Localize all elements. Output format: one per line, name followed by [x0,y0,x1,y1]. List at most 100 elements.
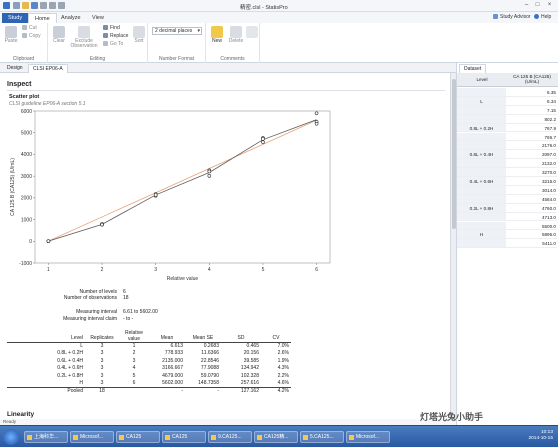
delete-comment-button[interactable]: Delete [228,26,244,44]
dataset-level-cell[interactable] [457,114,506,123]
dataset-value-cell[interactable]: 3216.0 [507,177,556,186]
taskbar-item[interactable]: Microsof... [346,431,390,443]
system-clock[interactable]: 10:13 2014-10-15 [528,430,553,442]
dataset-row[interactable]: 2176.0 [457,141,557,151]
taskbar-item[interactable]: CA125 [162,431,206,443]
claim-label: Measuring interval claim [63,316,117,322]
taskbar-item[interactable]: CA125精... [254,431,298,443]
tab-view[interactable]: View [86,13,110,23]
minimize-icon[interactable]: – [522,2,531,9]
dataset-header: Level CA 125 B (CA125) (U/mL) [457,73,558,87]
dataset-value-cell[interactable]: 767.9 [507,124,557,133]
undo-icon[interactable] [49,2,56,9]
tab-dataset[interactable]: Dataset [459,64,487,73]
dataset-value-cell[interactable]: 5500.0 [507,222,556,231]
sort-button[interactable]: Sort [132,26,146,44]
taskbar-item[interactable]: 9.CA125... [208,431,252,443]
copy-button[interactable]: Copy [22,33,41,40]
dataset-row[interactable]: 766.7 [457,132,557,142]
taskbar-item[interactable]: Microsof... [70,431,114,443]
dataset-row[interactable]: 4713.0 [457,212,557,222]
tab-design[interactable]: Design [3,64,27,73]
dataset-row[interactable]: 3014.0 [457,185,557,195]
dataset-level-cell[interactable] [457,88,506,96]
redo-icon[interactable] [58,2,65,9]
dataset-row[interactable]: 2132.0 [457,159,557,169]
study-advisor-button[interactable]: Study Advisor [493,14,531,21]
paste-button[interactable]: Paste [4,26,18,44]
comment-extra-button[interactable] [246,26,258,39]
dataset-value-cell[interactable]: 2097.0 [507,150,556,159]
cut-button[interactable]: Cut [22,25,37,32]
dataset-value-cell[interactable]: 6.35 [507,88,556,97]
dataset-level-cell[interactable]: 0.4L + 0.6H [457,177,506,185]
goto-button[interactable]: Go To [103,41,123,48]
taskbar-item[interactable]: CA125 [116,431,160,443]
dataset-value-cell[interactable]: 5895.0 [507,230,556,239]
dataset-row[interactable]: H 5895.0 [457,230,557,240]
dataset-level-cell[interactable]: 0.6L + 0.4H [457,150,506,159]
new-icon[interactable] [13,2,20,9]
dataset-level-cell[interactable] [457,194,506,203]
start-button[interactable] [3,429,19,445]
tab-clsi-ep06a[interactable]: CLSI EP06-A [28,64,68,73]
dataset-level-cell[interactable] [457,141,506,150]
save-icon[interactable] [31,2,38,9]
taskbar-item[interactable]: 5.CA125... [300,431,344,443]
dataset-row[interactable]: 0.4L + 0.6H 3216.0 [457,177,557,186]
dataset-level-cell[interactable] [457,105,506,114]
dataset-row[interactable]: 0.6L + 0.4H 2097.0 [457,150,557,160]
dataset-value-cell[interactable]: 7.15 [507,106,556,115]
dataset-level-cell[interactable] [457,159,506,168]
dataset-value-cell[interactable]: 3270.0 [507,168,556,177]
dataset-row[interactable]: 5500.0 [457,221,557,231]
dataset-level-cell[interactable] [457,185,506,194]
dataset-level-cell[interactable]: L [457,96,506,105]
dataset-value-cell[interactable]: 2132.0 [507,159,556,168]
help-button[interactable]: Help [534,14,551,21]
dataset-level-cell[interactable]: 0.2L + 0.8H [457,203,506,212]
dataset-value-cell[interactable]: 3014.0 [507,186,556,195]
dataset-value-cell[interactable]: 4760.0 [507,204,556,213]
dataset-level-cell[interactable] [457,239,506,248]
taskbar-item[interactable]: 上海科华... [24,431,68,443]
dataset-row[interactable]: 0.8L + 0.2H 767.9 [457,123,557,133]
dataset-level-cell[interactable] [457,212,506,221]
new-comment-button[interactable]: New [209,26,225,44]
dataset-row[interactable]: 802.2 [457,114,557,124]
tab-home[interactable]: Home [28,13,57,23]
dataset-level-cell[interactable] [457,168,506,176]
x-tick-label: 6 [315,267,318,273]
dataset-value-cell[interactable]: 766.7 [507,133,557,142]
table-cell: 4679.000 [162,372,183,379]
dataset-level-cell[interactable] [457,132,506,141]
tab-analyze[interactable]: Analyze [55,13,87,23]
replace-button[interactable]: Replace [103,33,128,40]
dataset-row[interactable]: 6.35 [457,88,557,97]
dataset-row[interactable]: 3270.0 [457,168,557,177]
dataset-level-cell[interactable]: 0.8L + 0.2H [457,123,506,132]
open-icon[interactable] [22,2,29,9]
dataset-value-cell[interactable]: 4564.0 [507,195,556,204]
dataset-row[interactable]: 0.2L + 0.8H 4760.0 [457,203,557,213]
dataset-row[interactable]: 7.15 [457,105,557,115]
find-button[interactable]: Find [103,25,120,32]
print-icon[interactable] [40,2,47,9]
dataset-value-cell[interactable]: 5411.0 [507,239,556,248]
dataset-row[interactable]: 4564.0 [457,194,557,204]
dataset-value-cell[interactable]: 2176.0 [507,141,556,150]
dataset-level-cell[interactable] [457,221,506,230]
number-format-select[interactable]: 2 decimal places ▾ [152,27,202,35]
tab-study[interactable]: Study [2,13,29,23]
dataset-value-cell[interactable]: 802.2 [507,115,557,124]
close-icon[interactable]: × [545,2,554,9]
maximize-icon[interactable]: □ [533,2,542,9]
clear-button[interactable]: Clear [51,26,67,44]
dataset-value-cell[interactable]: 4713.0 [507,213,556,222]
dataset-row[interactable]: L 6.34 [457,96,557,106]
dataset-level-cell[interactable]: H [457,230,506,239]
dataset-value-cell[interactable]: 6.34 [507,97,556,106]
dataset-row[interactable]: 5411.0 [457,239,557,249]
table-cell: 1 [132,343,136,349]
exclude-observation-button[interactable]: Exclude Observation [69,26,99,49]
